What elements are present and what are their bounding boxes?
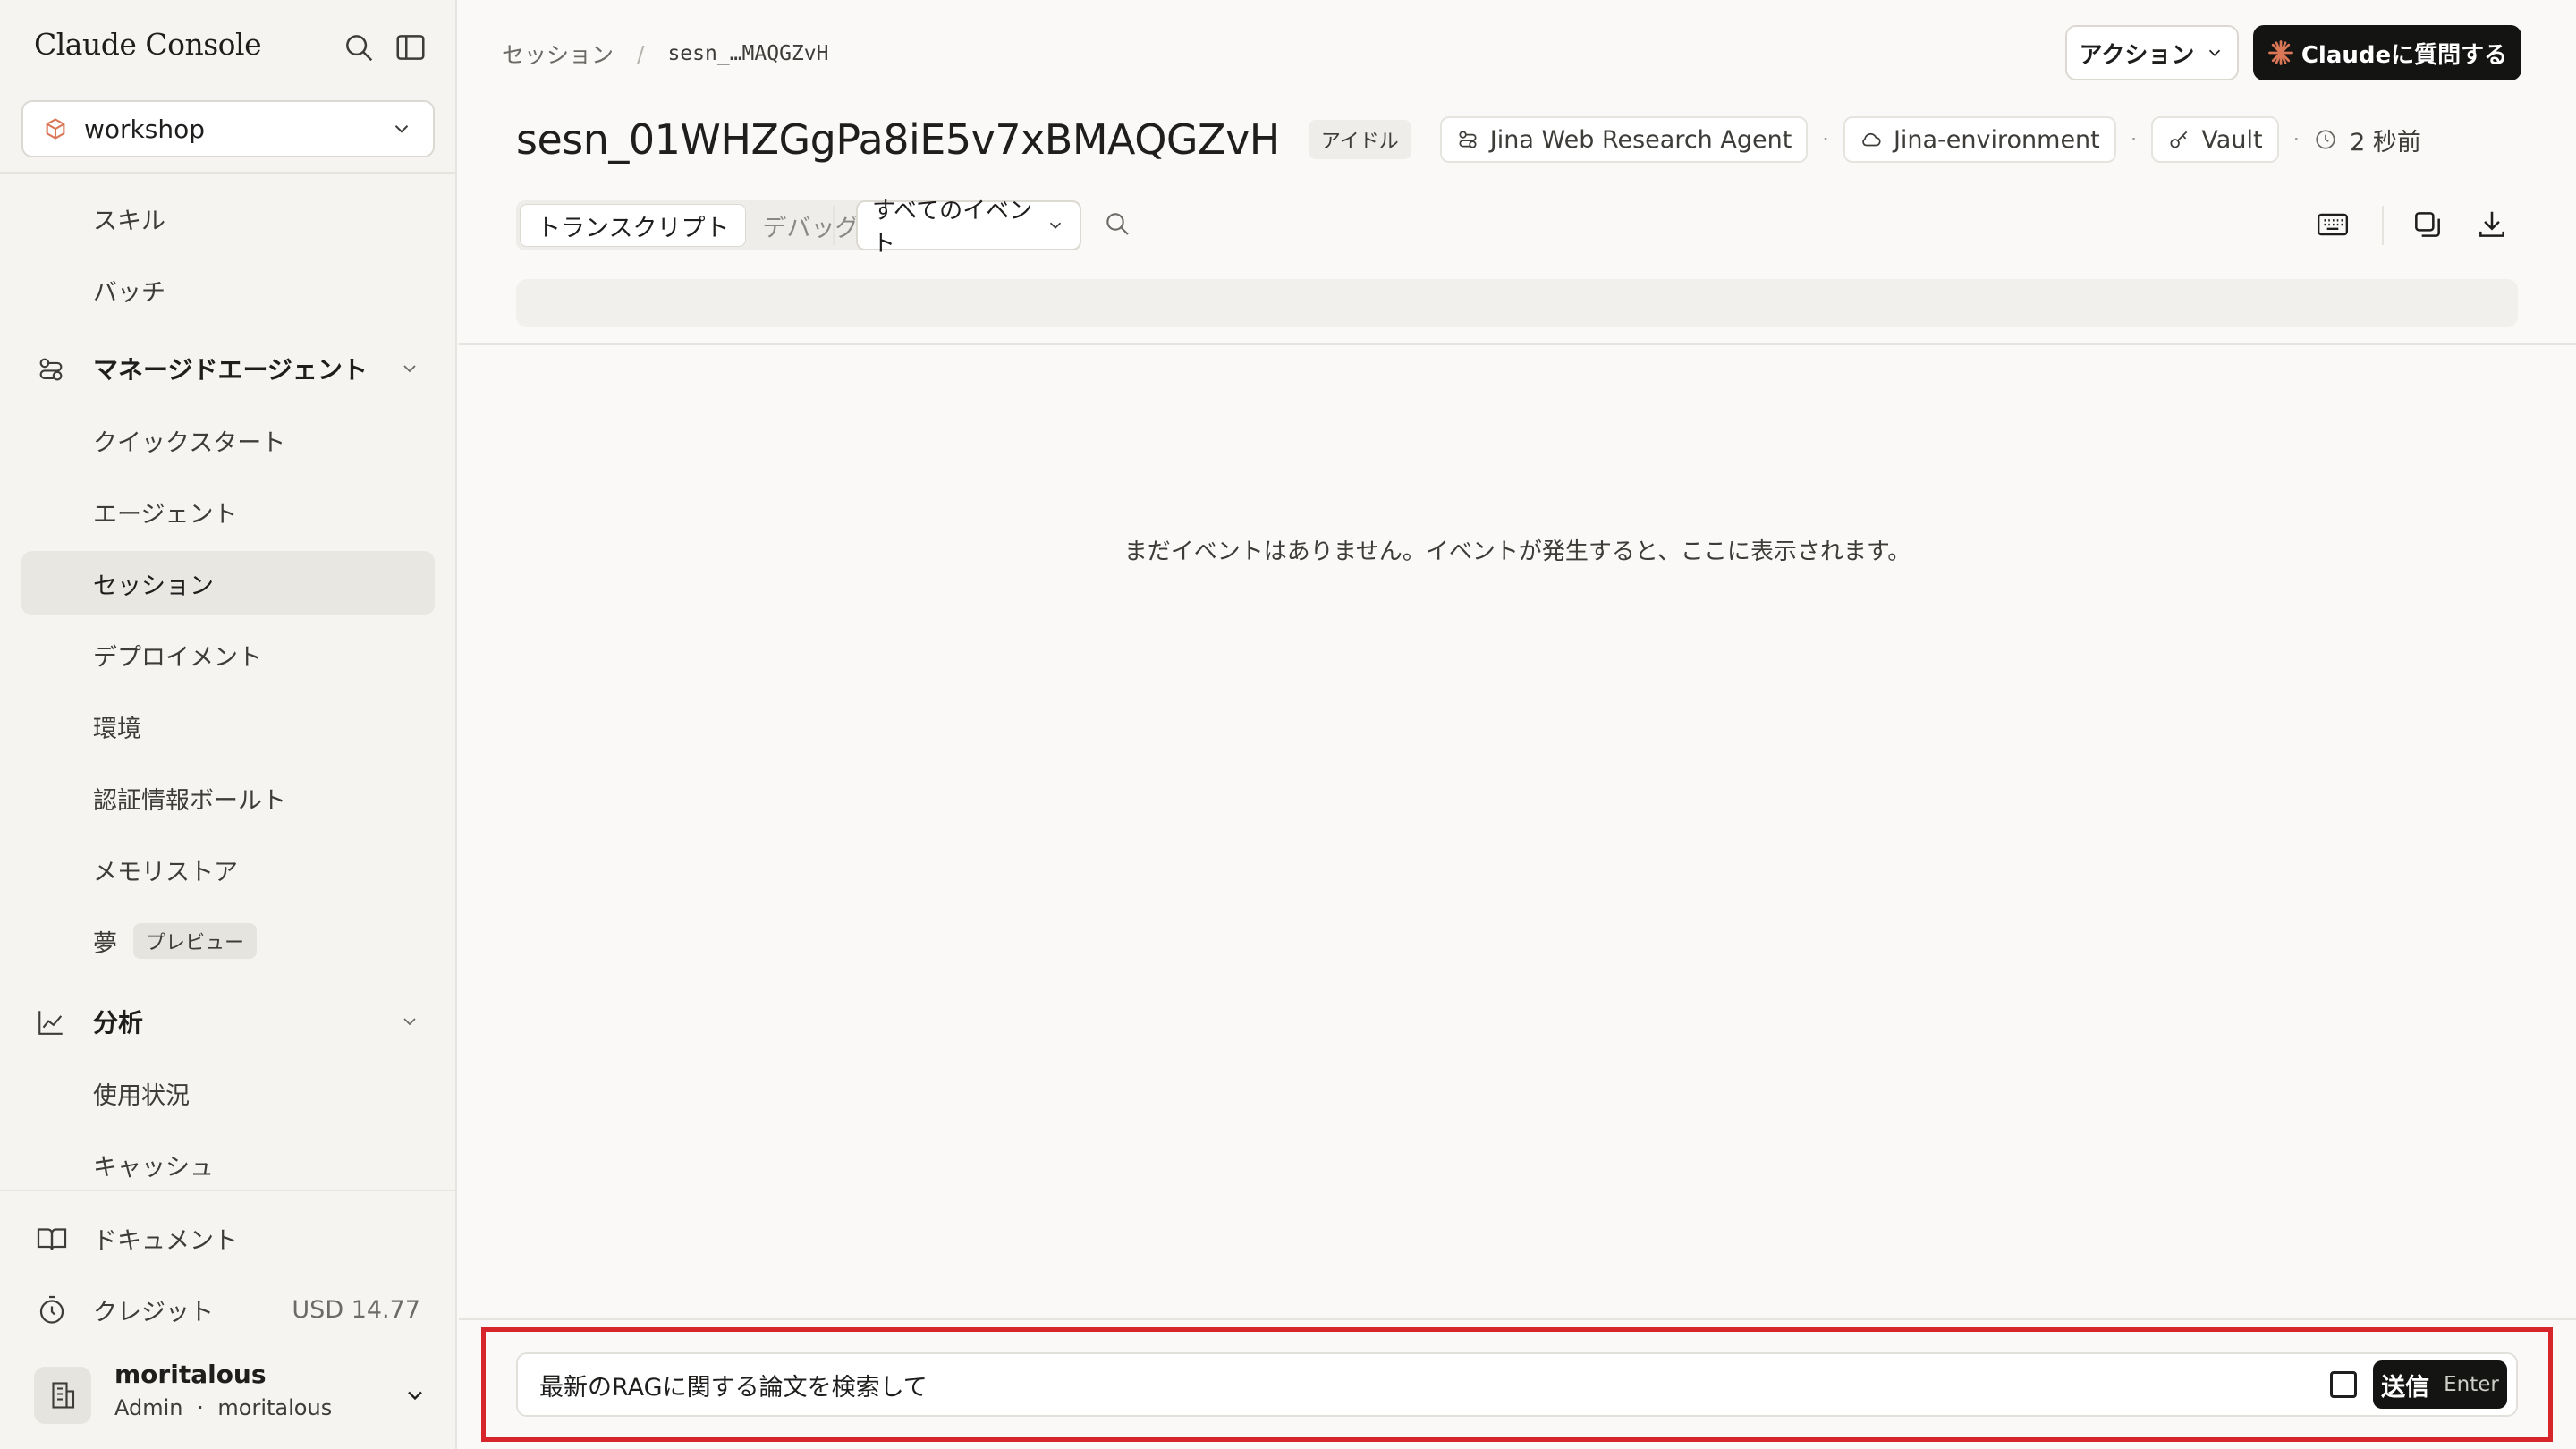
event-filter-select[interactable]: すべてのイベント	[856, 198, 1081, 258]
clock-icon	[2316, 130, 2335, 149]
divider	[833, 206, 835, 245]
sidebar-item-quickstart[interactable]: クイックスタート	[21, 408, 435, 472]
search-icon[interactable]	[342, 30, 376, 64]
view-tabs: トランスクリプト デバッグ	[516, 200, 879, 250]
breadcrumb-parent[interactable]: セッション	[502, 38, 614, 70]
environment-name: Jina-environment	[1893, 125, 2100, 154]
divider	[0, 1190, 457, 1191]
send-label: 送信	[2381, 1373, 2430, 1402]
sidebar-item-cache[interactable]: キャッシュ	[21, 1132, 435, 1197]
vault-chip[interactable]: Vault	[2151, 116, 2279, 163]
avatar	[34, 1367, 91, 1424]
empty-state-message: まだイベントはありません。イベントが発生すると、ここに表示されます。	[1123, 538, 1911, 565]
status-badge: アイドル	[1308, 120, 1411, 159]
agent-name: Jina Web Research Agent	[1489, 125, 1792, 154]
actions-button[interactable]: アクション	[2065, 25, 2239, 80]
session-header: sesn_01WHZGgPa8iE5v7xBMAQGZvH アイドル Jina …	[516, 111, 2421, 168]
sidebar-item-usage[interactable]: 使用状況	[21, 1061, 435, 1125]
sidebar-item-label: ドキュメント	[93, 1226, 238, 1255]
vault-name: Vault	[2201, 125, 2263, 154]
credits-balance: USD 14.77	[292, 1295, 420, 1324]
breadcrumb-current: sesn_…MAQGZvH	[667, 42, 829, 65]
chevron-down-icon	[1049, 222, 1062, 229]
sidebar-toggle-icon[interactable]	[394, 30, 428, 64]
book-icon	[37, 1228, 67, 1250]
event-timeline-bar	[516, 279, 2518, 327]
page-title: sesn_01WHZGgPa8iE5v7xBMAQGZvH	[516, 115, 1280, 164]
sidebar-item-credits[interactable]: クレジット USD 14.77	[21, 1277, 435, 1342]
filter-label: すべてのイベント	[872, 198, 1033, 258]
sidebar-item-batches[interactable]: バッチ	[21, 258, 435, 322]
send-shortcut: Enter	[2444, 1373, 2499, 1396]
message-input[interactable]: 最新のRAGに関する論文を検索して	[539, 1368, 2330, 1402]
chart-line-icon	[38, 1011, 63, 1035]
main-content: セッション / sesn_…MAQGZvH アクション Claudeに質問する …	[459, 0, 2576, 1449]
divider	[459, 343, 2576, 345]
environment-chip[interactable]: Jina-environment	[1843, 116, 2116, 163]
agents-icon	[1459, 131, 1477, 148]
ask-claude-button[interactable]: Claudeに質問する	[2253, 25, 2521, 80]
timer-icon	[39, 1295, 64, 1324]
session-time: 2 秒前	[2314, 123, 2421, 157]
sidebar-item-environments[interactable]: 環境	[21, 694, 435, 758]
workspace-name: workshop	[84, 114, 205, 144]
agents-icon	[39, 358, 63, 381]
building-icon	[52, 1382, 75, 1409]
chevron-down-icon	[2209, 49, 2221, 56]
sidebar: Claude Console workshop スキル バッチ マネージドエージ…	[0, 0, 457, 1449]
sidebar-item-deployments[interactable]: デプロイメント	[21, 623, 435, 687]
user-menu[interactable]: moritalous Admin · moritalous	[34, 1360, 428, 1431]
divider	[2382, 206, 2384, 245]
cube-icon	[46, 118, 65, 140]
button-label: Claudeに質問する	[2301, 41, 2508, 69]
breadcrumb: セッション / sesn_…MAQGZvH	[502, 38, 828, 70]
brand-logo: Claude Console	[34, 27, 262, 62]
chevron-down-icon	[394, 125, 409, 133]
chevron-down-icon	[403, 1018, 416, 1026]
message-composer[interactable]: 最新のRAGに関する論文を検索して 送信 Enter	[516, 1352, 2518, 1417]
download-icon[interactable]	[2475, 208, 2509, 242]
sidebar-item-dreams[interactable]: 夢 プレビュー	[21, 909, 435, 973]
sidebar-item-label: クレジット	[93, 1298, 214, 1326]
sidebar-item-label: 夢	[93, 929, 117, 958]
sidebar-item-memory-stores[interactable]: メモリストア	[21, 837, 435, 902]
group-label: 分析	[93, 1008, 144, 1038]
breadcrumb-separator: /	[637, 40, 645, 67]
send-button[interactable]: 送信 Enter	[2373, 1360, 2507, 1409]
separator-dot: ·	[2130, 127, 2138, 152]
user-name: moritalous	[114, 1360, 267, 1389]
tab-transcript[interactable]: トランスクリプト	[520, 204, 747, 247]
chevron-down-icon	[403, 365, 416, 373]
keyboard-icon[interactable]	[2316, 208, 2350, 242]
claude-spark-icon	[2267, 40, 2293, 65]
group-label: マネージドエージェント	[93, 355, 368, 385]
chevron-down-icon	[408, 1391, 422, 1401]
key-icon	[2170, 131, 2188, 148]
preview-badge: プレビュー	[133, 923, 258, 959]
sidebar-group-managed-agents[interactable]: マネージドエージェント	[21, 336, 435, 401]
cloud-icon	[1862, 132, 1881, 147]
workspace-select[interactable]: workshop	[21, 100, 435, 157]
agent-chip[interactable]: Jina Web Research Agent	[1439, 116, 1809, 163]
user-role: Admin · moritalous	[114, 1395, 333, 1420]
sidebar-item-skills[interactable]: スキル	[21, 186, 435, 250]
sidebar-item-agents[interactable]: エージェント	[21, 479, 435, 544]
sidebar-group-analytics[interactable]: 分析	[21, 989, 435, 1054]
option-checkbox[interactable]	[2330, 1371, 2357, 1398]
copy-icon[interactable]	[2411, 208, 2445, 242]
search-icon[interactable]	[1103, 209, 1131, 238]
divider	[459, 1318, 2576, 1320]
sidebar-item-docs[interactable]: ドキュメント	[21, 1206, 435, 1270]
button-label: アクション	[2079, 41, 2195, 69]
divider	[0, 172, 457, 174]
separator-dot: ·	[1822, 127, 1829, 152]
sidebar-item-credential-vaults[interactable]: 認証情報ボールト	[21, 766, 435, 830]
sidebar-item-sessions[interactable]: セッション	[21, 551, 435, 615]
time-label: 2 秒前	[2350, 128, 2421, 157]
separator-dot: ·	[2292, 127, 2301, 152]
